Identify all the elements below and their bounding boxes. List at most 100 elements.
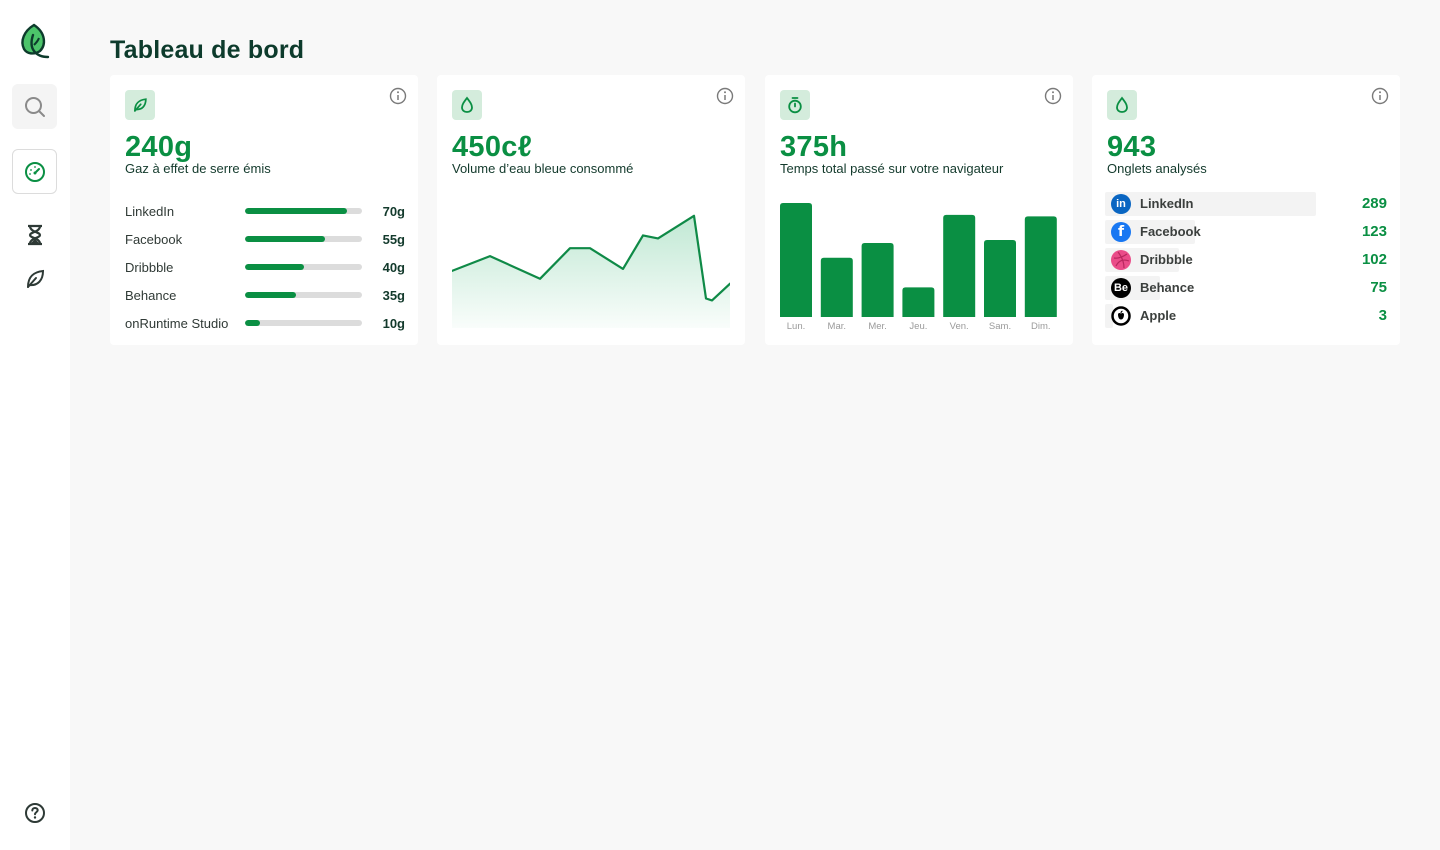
sidebar-item-search[interactable]: [12, 84, 57, 129]
time-bar[interactable]: [1025, 216, 1057, 317]
tab-row[interactable]: Dribbble 102: [1105, 247, 1387, 275]
tab-count: 289: [1362, 195, 1387, 212]
emission-value: 70g: [383, 204, 405, 219]
emission-bar-track: [245, 320, 362, 326]
emissions-list: LinkedIn 70g Facebook 55g Dribbble 40g Behance…: [125, 203, 405, 343]
info-icon[interactable]: [389, 87, 407, 105]
water-label: Volume d’eau bleue consommé: [452, 161, 633, 176]
sidebar-item-timer[interactable]: [12, 212, 57, 257]
linkedin-icon: in: [1111, 194, 1131, 214]
emission-bar-fill: [245, 208, 347, 214]
tab-count: 102: [1362, 251, 1387, 268]
emission-row: onRuntime Studio 10g: [125, 315, 405, 343]
time-bar-label: Jeu.: [909, 321, 927, 332]
time-bar-label: Sam.: [989, 321, 1011, 332]
tab-site-name: Facebook: [1140, 224, 1201, 239]
water-line-chart: [452, 195, 730, 330]
emission-bar-track: [245, 264, 362, 270]
time-card: 375h Temps total passé sur votre navigat…: [765, 75, 1073, 345]
time-bar-label: Mar.: [828, 321, 846, 332]
water-card: 450cℓ Volume d’eau bleue consommé: [437, 75, 745, 345]
emission-row: Dribbble 40g: [125, 259, 405, 287]
time-bar[interactable]: [943, 215, 975, 317]
time-bar-chart: Lun. Mar. Mer. Jeu. Ven. Sam. Dim.: [780, 195, 1060, 335]
hourglass-icon: [25, 224, 45, 246]
emissions-card: 240g Gaz à effet de serre émis LinkedIn 7…: [110, 75, 418, 345]
dribbble-icon: [1111, 250, 1131, 270]
help-icon: [24, 802, 46, 824]
page-title: Tableau de bord: [110, 36, 304, 65]
emission-bar-track: [245, 292, 362, 298]
tabs-list: inLinkedIn289fFacebook123Dribbble102BeBe…: [1105, 191, 1387, 331]
drop-icon: [459, 96, 475, 114]
behance-icon: Be: [1111, 278, 1131, 298]
sidebar: [0, 0, 70, 850]
emission-site-name: Facebook: [125, 232, 182, 247]
card-icon-badge: [780, 90, 810, 120]
emission-site-name: onRuntime Studio: [125, 316, 228, 331]
stopwatch-icon: [787, 96, 803, 114]
time-label: Temps total passé sur votre navigateur: [780, 161, 1003, 176]
tab-site-name: Apple: [1140, 308, 1176, 323]
tab-row[interactable]: in LinkedIn 289: [1105, 191, 1387, 219]
emission-value: 10g: [383, 316, 405, 331]
help-button[interactable]: [12, 790, 57, 835]
emission-value: 55g: [383, 232, 405, 247]
info-icon[interactable]: [716, 87, 734, 105]
tabs-label: Onglets analysés: [1107, 161, 1207, 176]
time-bar-label: Ven.: [950, 321, 969, 332]
gauge-icon: [24, 161, 46, 183]
time-bar-label: Lun.: [787, 321, 806, 332]
emission-site-name: LinkedIn: [125, 204, 174, 219]
tab-row[interactable]: Apple 3: [1105, 303, 1387, 331]
info-icon[interactable]: [1044, 87, 1062, 105]
card-icon-badge: [1107, 90, 1137, 120]
search-icon: [24, 96, 46, 118]
emissions-value: 240g: [125, 130, 192, 164]
emission-site-name: Behance: [125, 288, 176, 303]
time-bar-label: Dim.: [1031, 321, 1051, 332]
info-icon[interactable]: [1371, 87, 1389, 105]
time-bar[interactable]: [780, 203, 812, 317]
tab-count: 75: [1370, 279, 1387, 296]
emission-value: 40g: [383, 260, 405, 275]
emission-row: Facebook 55g: [125, 231, 405, 259]
sidebar-item-leaf[interactable]: [12, 256, 57, 301]
emission-row: Behance 35g: [125, 287, 405, 315]
sidebar-item-dashboard[interactable]: [12, 149, 57, 194]
tab-row[interactable]: f Facebook 123: [1105, 219, 1387, 247]
apple-icon: [1111, 306, 1131, 326]
facebook-icon: f: [1111, 222, 1131, 242]
emission-bar-fill: [245, 320, 260, 326]
time-bar[interactable]: [984, 240, 1016, 317]
tabs-card: 943 Onglets analysés in LinkedIn 289 f Faceb…: [1092, 75, 1400, 345]
emission-bar-fill: [245, 292, 296, 298]
time-bar[interactable]: [862, 243, 894, 317]
card-icon-badge: [125, 90, 155, 120]
time-bar[interactable]: [902, 287, 934, 317]
time-value: 375h: [780, 130, 847, 164]
water-value: 450cℓ: [452, 130, 532, 164]
leaf-icon: [132, 97, 148, 113]
time-bar-label: Mer.: [868, 321, 886, 332]
tabs-value: 943: [1107, 130, 1156, 164]
emission-bar-fill: [245, 236, 325, 242]
water-area-fill: [452, 216, 730, 328]
emissions-label: Gaz à effet de serre émis: [125, 161, 271, 176]
emission-bar-track: [245, 236, 362, 242]
leaf-icon: [24, 268, 46, 290]
time-bar[interactable]: [821, 258, 853, 317]
tab-share-bar: [1105, 192, 1316, 216]
app-logo-icon[interactable]: [18, 21, 52, 61]
tab-site-name: LinkedIn: [1140, 196, 1193, 211]
emission-bar-fill: [245, 264, 304, 270]
emission-value: 35g: [383, 288, 405, 303]
emission-site-name: Dribbble: [125, 260, 173, 275]
tab-count: 123: [1362, 223, 1387, 240]
drop-icon: [1114, 96, 1130, 114]
tab-row[interactable]: Be Behance 75: [1105, 275, 1387, 303]
emission-row: LinkedIn 70g: [125, 203, 405, 231]
tab-site-name: Dribbble: [1140, 252, 1193, 267]
tab-count: 3: [1379, 307, 1387, 324]
tab-site-name: Behance: [1140, 280, 1194, 295]
